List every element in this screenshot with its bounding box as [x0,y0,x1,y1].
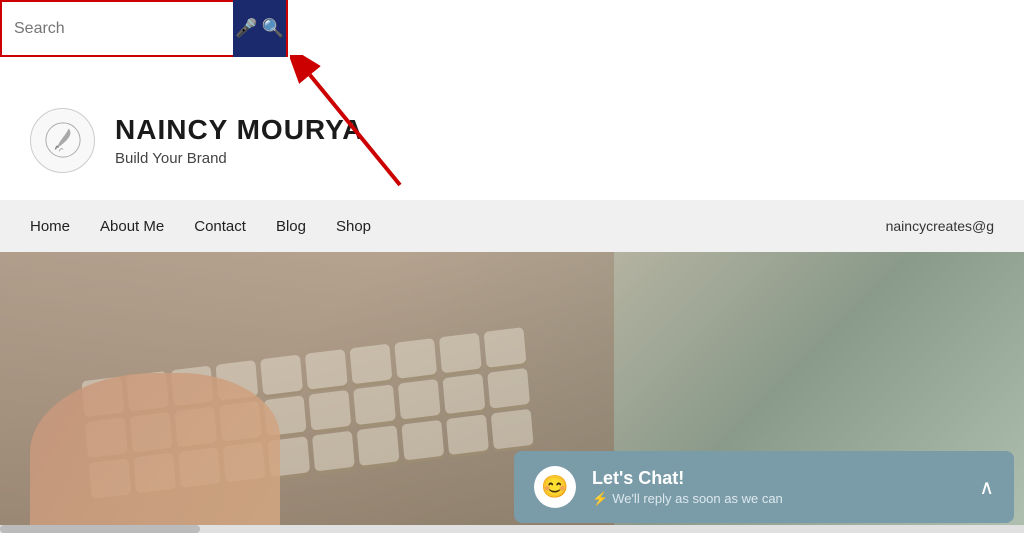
chat-subtitle-text: We'll reply as soon as we can [612,491,783,506]
nav-item-blog[interactable]: Blog [276,218,306,235]
chat-title: Let's Chat! [592,468,963,489]
search-bar-container: 🎤 🔍 [0,0,288,57]
nav-item-shop[interactable]: Shop [336,218,371,235]
chat-emoji: 😊 [541,474,568,500]
brand-tagline: Build Your Brand [115,150,363,167]
brand-logo [30,108,95,173]
nav-item-about[interactable]: About Me [100,218,164,235]
horizontal-scrollbar[interactable] [0,525,1024,533]
chat-subtitle: ⚡ We'll reply as soon as we can [592,491,963,507]
search-icon: 🔍 [262,18,284,39]
chat-text: Let's Chat! ⚡ We'll reply as soon as we … [592,468,963,507]
nav-email: naincycreates@g [886,218,994,234]
microphone-button[interactable]: 🎤 [233,0,260,57]
chat-avatar: 😊 [534,466,576,508]
hand-image [30,373,280,533]
brand-header: NAINCY MOURYA Build Your Brand [0,80,1024,200]
brand-name: NAINCY MOURYA [115,114,363,146]
nav-links: Home About Me Contact Blog Shop [30,218,371,235]
nav-item-contact[interactable]: Contact [194,218,246,235]
brand-text: NAINCY MOURYA Build Your Brand [115,114,363,167]
navigation-bar: Home About Me Contact Blog Shop naincycr… [0,200,1024,252]
nav-item-home[interactable]: Home [30,218,70,235]
chat-chevron-up-icon[interactable]: ∧ [979,475,994,500]
scrollbar-thumb[interactable] [0,525,200,533]
microphone-icon: 🎤 [235,18,257,39]
bolt-icon: ⚡ [592,491,608,507]
search-input[interactable] [2,12,233,46]
chat-widget[interactable]: 😊 Let's Chat! ⚡ We'll reply as soon as w… [514,451,1014,523]
search-button[interactable]: 🔍 [260,0,287,57]
